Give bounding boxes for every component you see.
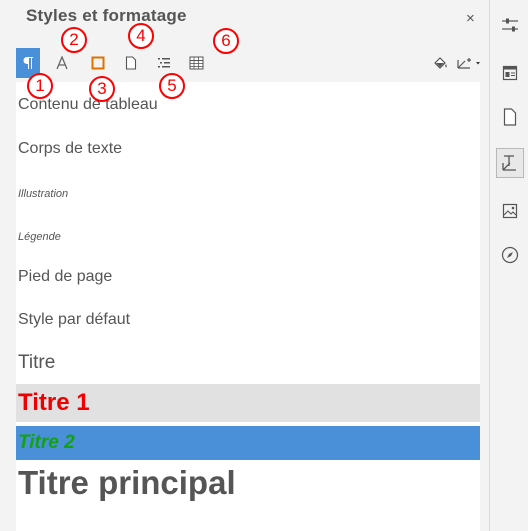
annotation-5: 5: [159, 73, 185, 99]
style-item-contenu-de-tableau[interactable]: Contenu de tableau: [16, 96, 480, 114]
paint-bucket-icon: [433, 57, 447, 69]
sidebar-tab-styles[interactable]: [496, 148, 524, 178]
close-button[interactable]: ×: [466, 10, 475, 27]
sidebar-tab-page[interactable]: [496, 102, 524, 132]
page-icon: [125, 56, 137, 70]
panel-title: Styles et formatage: [26, 6, 187, 25]
sidebar-tab-properties[interactable]: [496, 10, 524, 40]
table-icon: [189, 56, 203, 70]
style-item-illustration[interactable]: Illustration: [16, 188, 480, 200]
styles-list[interactable]: Contenu de tableau Corps de texte Illust…: [16, 82, 480, 531]
table-styles-button[interactable]: [184, 48, 208, 78]
style-item-legende[interactable]: Légende: [16, 231, 480, 243]
new-style-icon: [457, 58, 480, 69]
style-item-titre-1[interactable]: Titre 1: [16, 384, 480, 422]
styles-deck-panel: Styles et formatage × Contenu de tableau…: [0, 0, 489, 531]
frame-styles-button[interactable]: [86, 48, 110, 78]
annotation-1: 1: [27, 73, 53, 99]
compass-icon: [501, 246, 519, 264]
style-item-titre-2[interactable]: Titre 2: [16, 426, 480, 460]
page-icon: [503, 108, 517, 126]
sidebar-tab-navigator[interactable]: [496, 240, 524, 270]
list-icon: [158, 58, 170, 68]
annotation-2: 2: [61, 27, 87, 53]
styles-icon: [502, 155, 516, 171]
frame-icon: [91, 56, 105, 70]
style-item-style-par-defaut[interactable]: Style par défaut: [16, 311, 480, 329]
annotation-4: 4: [128, 23, 154, 49]
sidebar-tab-page-deck[interactable]: [496, 58, 524, 88]
layout-icon: [502, 65, 518, 81]
character-a-icon: [56, 56, 68, 70]
style-item-pied-de-page[interactable]: Pied de page: [16, 268, 480, 286]
new-style-button[interactable]: [454, 48, 484, 78]
image-icon: [502, 203, 518, 219]
pilcrow-icon: [23, 57, 33, 69]
fill-format-mode-button[interactable]: [428, 48, 452, 78]
style-item-titre-principal[interactable]: Titre principal: [16, 464, 480, 502]
style-item-titre[interactable]: Titre: [16, 352, 480, 374]
annotation-6: 6: [213, 28, 239, 54]
sidebar-tab-gallery[interactable]: [496, 196, 524, 226]
sliders-icon: [502, 18, 518, 32]
style-item-corps-de-texte[interactable]: Corps de texte: [16, 140, 480, 158]
page-styles-button[interactable]: [119, 48, 143, 78]
annotation-3: 3: [89, 76, 115, 102]
sidebar-tab-bar: [489, 0, 528, 531]
